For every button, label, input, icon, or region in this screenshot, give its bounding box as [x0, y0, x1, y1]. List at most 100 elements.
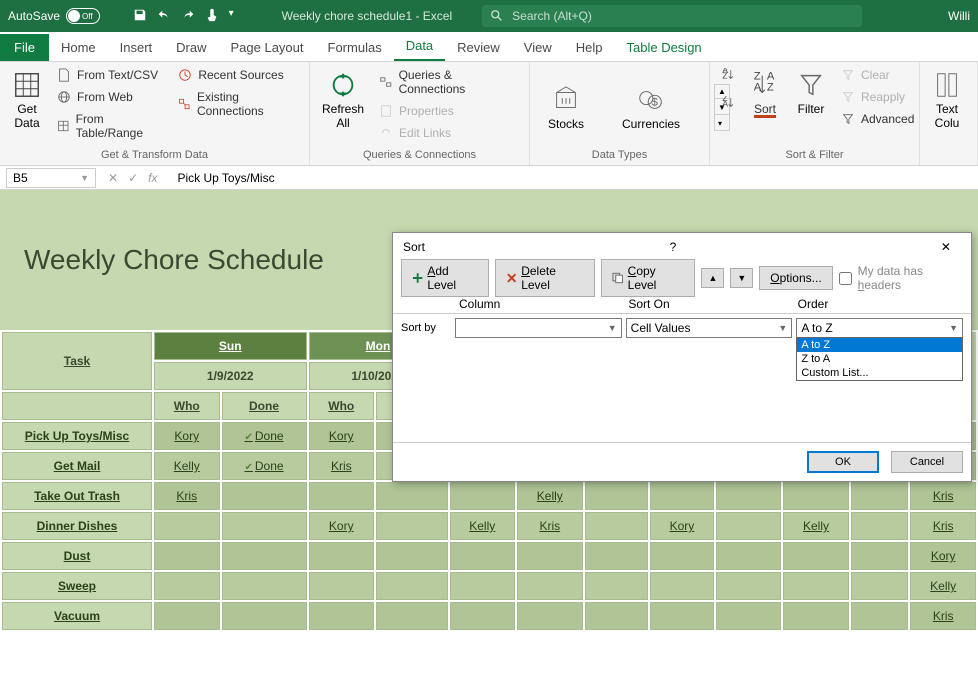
cancel-icon[interactable]: ✕	[108, 171, 118, 185]
delete-level-button[interactable]: Delete Level	[495, 259, 595, 297]
copy-level-button[interactable]: Copy Level	[601, 259, 695, 297]
from-table-range-button[interactable]: From Table/Range	[54, 110, 167, 142]
check-icon: ✔	[244, 432, 252, 443]
title-bar: AutoSave Off ▾ Weekly chore schedule1 - …	[0, 0, 978, 32]
date-sun[interactable]: 1/9/2022	[154, 362, 307, 390]
table-row[interactable]: Take Out Trash Kris Kelly Kris	[2, 482, 976, 510]
tab-home[interactable]: Home	[49, 34, 108, 61]
search-placeholder: Search (Alt+Q)	[512, 9, 592, 23]
sort-button[interactable]: ZAAZ Sort	[746, 66, 784, 120]
globe-icon	[57, 90, 71, 104]
order-option-ztoa[interactable]: Z to A	[797, 352, 962, 366]
sorton-select[interactable]: Cell Values▼	[626, 318, 793, 338]
copy-icon	[612, 272, 623, 284]
tab-data[interactable]: Data	[394, 32, 445, 61]
advanced-button[interactable]: Advanced	[838, 110, 917, 128]
filter-button[interactable]: Filter	[792, 66, 830, 120]
order-select[interactable]: A to Z▼ A to Z Z to A Custom List...	[796, 318, 963, 338]
tab-review[interactable]: Review	[445, 34, 512, 61]
autosave-state: Off	[82, 12, 93, 21]
tab-file[interactable]: File	[0, 34, 49, 61]
column-select[interactable]: ▼	[455, 318, 622, 338]
chevron-down-icon: ▼	[737, 273, 746, 283]
cancel-button[interactable]: Cancel	[891, 451, 963, 473]
search-box[interactable]: Search (Alt+Q)	[482, 5, 862, 27]
sort-dialog: Sort ? ✕ Add Level Delete Level Copy Lev…	[392, 232, 972, 482]
reapply-icon	[841, 90, 855, 104]
order-dropdown[interactable]: A to Z Z to A Custom List...	[796, 337, 963, 381]
get-data-button[interactable]: Get Data	[8, 66, 46, 134]
from-text-csv-button[interactable]: From Text/CSV	[54, 66, 167, 84]
group-label-sort-filter: Sort & Filter	[718, 149, 911, 163]
enter-icon[interactable]: ✓	[128, 171, 138, 185]
order-option-custom[interactable]: Custom List...	[797, 366, 962, 380]
add-level-button[interactable]: Add Level	[401, 259, 489, 297]
connection-icon	[178, 97, 191, 111]
table-icon	[57, 119, 70, 133]
options-button[interactable]: Options...	[759, 266, 832, 290]
stocks-button[interactable]: Stocks	[544, 81, 588, 135]
chevron-down-icon[interactable]: ▼	[80, 173, 89, 183]
dialog-toolbar: Add Level Delete Level Copy Level ▲ ▼ Op…	[393, 261, 971, 295]
text-to-columns-button[interactable]: Text Colu	[928, 66, 966, 134]
properties-button: Properties	[376, 102, 521, 120]
sort-asc-button[interactable]: AZ	[718, 66, 738, 84]
checkbox[interactable]	[839, 272, 852, 285]
save-icon[interactable]	[133, 8, 147, 25]
table-row[interactable]: Sweep Kelly	[2, 572, 976, 600]
clear-button: Clear	[838, 66, 917, 84]
chevron-down-icon: ▼	[949, 323, 958, 333]
tab-insert[interactable]: Insert	[108, 34, 165, 61]
task-header[interactable]: Task	[2, 332, 152, 390]
redo-icon[interactable]	[181, 8, 195, 25]
move-up-button[interactable]: ▲	[701, 268, 724, 288]
sort-by-label: Sort by	[401, 322, 451, 334]
clear-icon	[841, 68, 855, 82]
qat-customize-icon[interactable]: ▾	[229, 8, 234, 25]
table-row[interactable]: Dust Kory	[2, 542, 976, 570]
formula-input[interactable]: Pick Up Toys/Misc	[169, 171, 978, 185]
queries-connections-button[interactable]: Queries & Connections	[376, 66, 521, 98]
table-row[interactable]: Dinner Dishes Kory Kelly Kris Kory Kelly…	[2, 512, 976, 540]
done-header-sun[interactable]: Done	[222, 392, 307, 420]
my-data-headers-check[interactable]: My data has headers	[839, 264, 963, 292]
from-web-button[interactable]: From Web	[54, 88, 167, 106]
order-option-atoz[interactable]: A to Z	[797, 338, 962, 352]
user-name[interactable]: Willi	[948, 9, 978, 23]
recent-sources-button[interactable]: Recent Sources	[175, 66, 301, 84]
col-sorton-header: Sort On	[628, 297, 793, 311]
sort-desc-button[interactable]: ZA	[718, 94, 738, 112]
ok-button[interactable]: OK	[807, 451, 879, 473]
tab-page-layout[interactable]: Page Layout	[219, 34, 316, 61]
tab-view[interactable]: View	[512, 34, 564, 61]
who-header-mon[interactable]: Who	[309, 392, 375, 420]
help-icon[interactable]: ?	[670, 240, 677, 254]
who-header-sun[interactable]: Who	[154, 392, 220, 420]
plus-icon	[412, 272, 423, 284]
name-box[interactable]: B5 ▼	[6, 168, 96, 188]
fx-icon[interactable]: fx	[148, 171, 157, 185]
tab-formulas[interactable]: Formulas	[316, 34, 394, 61]
chevron-down-icon: ▼	[778, 323, 787, 333]
existing-connections-button[interactable]: Existing Connections	[175, 88, 301, 120]
file-icon	[57, 68, 71, 82]
svg-text:Z: Z	[767, 82, 774, 94]
tab-draw[interactable]: Draw	[164, 34, 218, 61]
tab-table-design[interactable]: Table Design	[615, 34, 714, 61]
group-label-queries: Queries & Connections	[318, 149, 521, 163]
document-title: Weekly chore schedule1 - Excel	[282, 9, 453, 23]
touch-icon[interactable]	[205, 8, 219, 25]
refresh-all-button[interactable]: Refresh All	[318, 66, 368, 134]
tab-help[interactable]: Help	[564, 34, 615, 61]
close-icon[interactable]: ✕	[931, 236, 961, 258]
day-sun[interactable]: Sun	[154, 332, 307, 360]
autosave-toggle[interactable]: AutoSave Off	[0, 8, 125, 24]
undo-icon[interactable]	[157, 8, 171, 25]
table-row[interactable]: Vacuum Kris	[2, 602, 976, 630]
group-label-get-data: Get & Transform Data	[8, 149, 301, 163]
currencies-button[interactable]: $ Currencies	[618, 81, 684, 135]
move-down-button[interactable]: ▼	[730, 268, 753, 288]
advanced-icon	[841, 112, 855, 126]
dialog-titlebar[interactable]: Sort ? ✕	[393, 233, 971, 261]
sort-row: Sort by ▼ Cell Values▼ A to Z▼ A to Z Z …	[401, 318, 963, 338]
